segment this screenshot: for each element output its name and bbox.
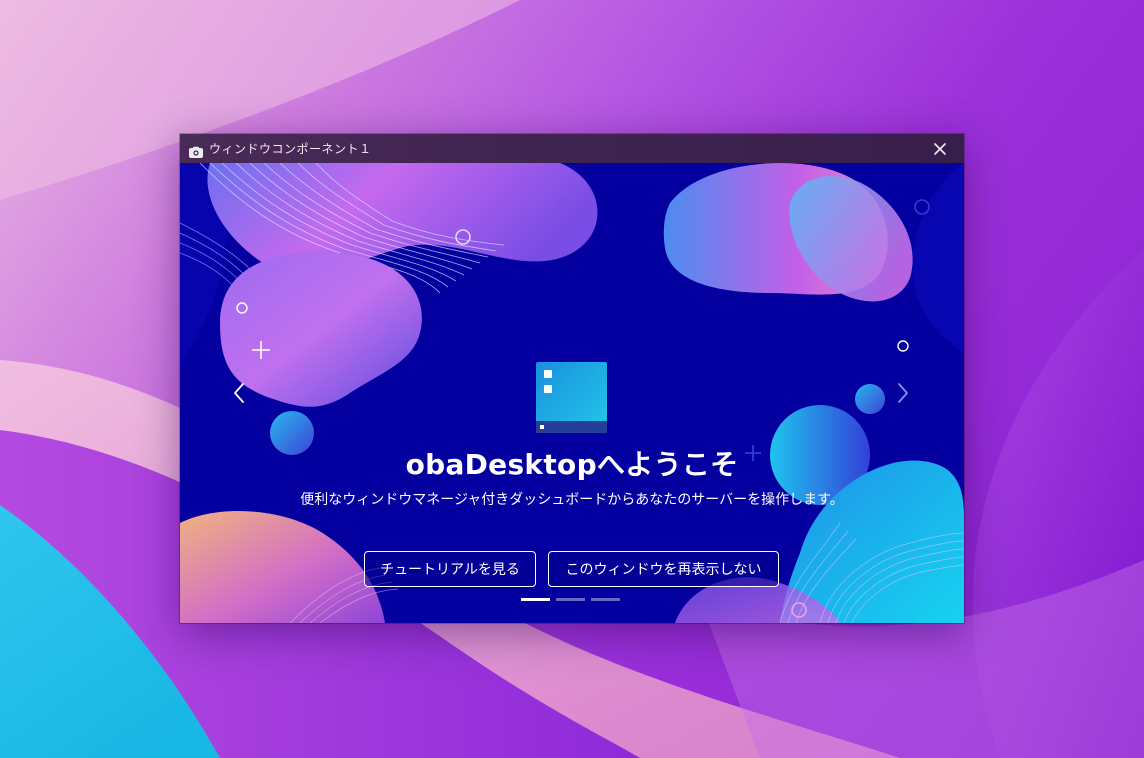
welcome-description: 便利なウィンドウマネージャ付きダッシュボードからあなたのサーバーを操作します。 [300,492,844,508]
chevron-right-icon [898,383,908,403]
carousel-prev-button[interactable] [228,380,250,406]
camera-icon [189,143,203,158]
desktop-app-icon [536,362,607,433]
carousel-dot-1[interactable] [521,598,550,601]
welcome-slide: obaDesktopへようこそ 便利なウィンドウマネージャ付きダッシュボードから… [180,163,964,623]
chevron-left-icon [234,383,244,403]
carousel-next-button[interactable] [892,380,914,406]
close-icon [934,143,946,155]
window-title: ウィンドウコンポーネント１ [209,142,372,156]
carousel-indicator [521,598,620,601]
dont-show-again-button[interactable]: このウィンドウを再表示しない [548,551,779,587]
welcome-title: obaDesktopへようこそ [405,448,739,481]
window-titlebar[interactable]: ウィンドウコンポーネント１ [180,134,964,163]
welcome-window: ウィンドウコンポーネント１ obaDesktopへようこそ 便利なウィンドウマネ… [180,134,964,623]
view-tutorial-button[interactable]: チュートリアルを見る [364,551,536,587]
carousel-dot-2[interactable] [556,598,585,601]
carousel-dot-3[interactable] [591,598,620,601]
close-button[interactable] [930,139,950,159]
